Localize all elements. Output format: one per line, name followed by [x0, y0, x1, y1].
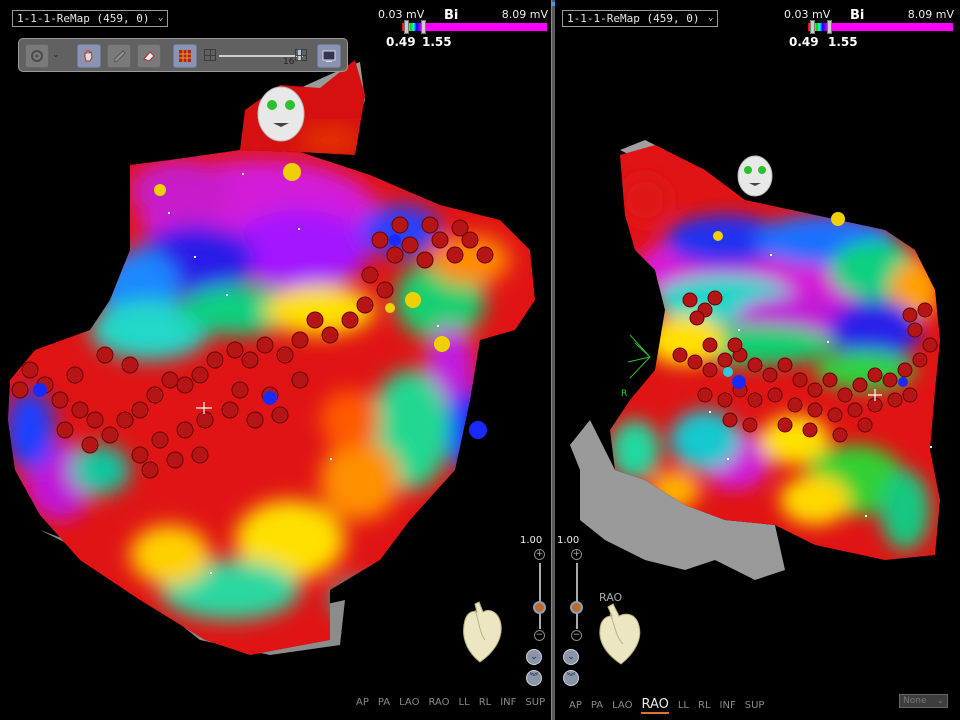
view-pa[interactable]: PA	[591, 700, 603, 711]
upper-threshold-value: 1.55	[422, 35, 452, 49]
expand-button[interactable]: ⌄	[563, 649, 579, 665]
axis-label-r: R	[621, 389, 628, 399]
view-ll[interactable]: LL	[678, 700, 689, 711]
zoom-in-button[interactable]: +	[571, 549, 582, 560]
view-buttons: AP PA LAO RAO LL RL INF SUP	[569, 697, 773, 714]
brush-button[interactable]	[107, 44, 131, 68]
zoom-slider-knob[interactable]	[570, 601, 583, 614]
view-lao[interactable]: LAO	[399, 697, 419, 708]
colorbar-low-value: 0.03 mV	[784, 8, 831, 21]
map-select[interactable]: 1-1-1-ReMap (459, 0) ⌄	[12, 10, 169, 27]
gear-dropdown[interactable]: ⌄	[52, 50, 60, 60]
heart-icon[interactable]	[455, 600, 509, 666]
face-marker-icon	[257, 86, 305, 142]
chevron-down-icon: ⌄	[52, 50, 60, 60]
view-buttons: AP PA LAO RAO LL RL INF SUP	[356, 697, 551, 708]
grid-large-icon	[295, 49, 307, 61]
right-map-view[interactable]: R 1-1-1-ReMap (459, 0) ⌄ 0.03 mV Bi 8.09…	[555, 0, 960, 720]
colorbar-high-value: 8.09 mV	[907, 8, 954, 21]
view-ap[interactable]: AP	[569, 700, 582, 711]
colorbar-high-value: 8.09 mV	[501, 8, 548, 21]
zoom-out-button[interactable]: −	[534, 630, 545, 641]
hand-icon	[84, 50, 93, 62]
view-sup[interactable]: SUP	[745, 700, 765, 711]
colorbar-lower-thumb[interactable]	[404, 20, 409, 34]
overlay-select-label: None	[903, 696, 927, 706]
overlay-select[interactable]: None ⌄	[899, 694, 948, 708]
colorbar-upper-thumb[interactable]	[827, 20, 832, 34]
double-chevron-icon: ︾	[529, 673, 539, 683]
colorbar-upper-thumb[interactable]	[421, 20, 426, 34]
colorbar-mode: Bi	[444, 8, 459, 23]
eraser-icon	[143, 51, 155, 62]
view-ll[interactable]: LL	[459, 697, 470, 708]
rotate-hand-button[interactable]	[77, 44, 101, 68]
zoom-value: 1.00	[557, 535, 580, 546]
chevron-down-icon: ⌄	[708, 13, 714, 23]
grid-size-value: 16	[283, 57, 295, 67]
chevron-down-icon: ⌄	[567, 652, 575, 662]
display-button[interactable]	[317, 44, 341, 68]
orientation-axes	[627, 334, 651, 379]
chevron-down-icon: ⌄	[158, 13, 164, 23]
zoom-in-button[interactable]: +	[534, 549, 545, 560]
view-rl[interactable]: RL	[698, 700, 711, 711]
eraser-button[interactable]	[137, 44, 161, 68]
view-pa[interactable]: PA	[378, 697, 390, 708]
zoom-slider-knob[interactable]	[533, 601, 546, 614]
grid-small-icon	[204, 49, 216, 61]
brush-icon	[113, 50, 126, 63]
upper-threshold-value: 1.55	[828, 35, 858, 49]
map-select-label: 1-1-1-ReMap (459, 0)	[17, 12, 150, 25]
zoom-slider-track[interactable]	[539, 563, 541, 629]
colorbar-lower-thumb[interactable]	[810, 20, 815, 34]
monitor-icon	[322, 50, 336, 62]
lower-threshold-value: 0.49	[386, 35, 416, 49]
colorbar-mode: Bi	[850, 8, 865, 23]
view-sup[interactable]: SUP	[525, 697, 545, 708]
voltage-colorbar[interactable]: 0.03 mV Bi 8.09 mV 0.49 1.55	[378, 8, 548, 50]
expand-button[interactable]: ⌄	[526, 649, 542, 665]
zoom-out-button[interactable]: −	[571, 630, 582, 641]
view-rl[interactable]: RL	[479, 697, 492, 708]
view-ap[interactable]: AP	[356, 697, 369, 708]
zoom-value: 1.00	[520, 535, 543, 546]
colorbar-low-value: 0.03 mV	[378, 8, 425, 21]
chevron-down-icon: ⌄	[530, 652, 538, 662]
grid-icon	[179, 50, 191, 62]
heart-icon[interactable]	[593, 602, 645, 666]
zoom-control: 1.00 + −	[557, 535, 593, 665]
view-lao[interactable]: LAO	[612, 700, 632, 711]
left-map-view[interactable]: 1-1-1-ReMap (459, 0) ⌄ 0.03 mV Bi 8.09 m…	[0, 0, 551, 720]
gear-icon	[31, 50, 43, 62]
chevron-down-icon: ⌄	[936, 696, 944, 706]
lower-threshold-value: 0.49	[789, 35, 819, 49]
view-rao[interactable]: RAO	[641, 697, 669, 714]
face-marker-icon	[737, 155, 773, 197]
view-inf[interactable]: INF	[500, 697, 516, 708]
grid-button[interactable]	[173, 44, 197, 68]
double-chevron-icon: ︾	[566, 673, 576, 683]
view-rao[interactable]: RAO	[428, 697, 449, 708]
map-select-label: 1-1-1-ReMap (459, 0)	[567, 12, 700, 25]
gear-button[interactable]	[25, 44, 49, 68]
zoom-slider-track[interactable]	[576, 563, 578, 629]
expand-all-button[interactable]: ︾	[563, 670, 579, 686]
view-inf[interactable]: INF	[720, 700, 736, 711]
zoom-control: 1.00 + −	[520, 535, 551, 665]
voltage-colorbar[interactable]: 0.03 mV Bi 8.09 mV 0.49 1.55	[784, 8, 954, 50]
expand-all-button[interactable]: ︾	[526, 670, 542, 686]
cyan-markers	[723, 367, 733, 377]
map-toolbar: ⌄ 16	[18, 38, 348, 72]
map-select[interactable]: 1-1-1-ReMap (459, 0) ⌄	[562, 10, 719, 27]
